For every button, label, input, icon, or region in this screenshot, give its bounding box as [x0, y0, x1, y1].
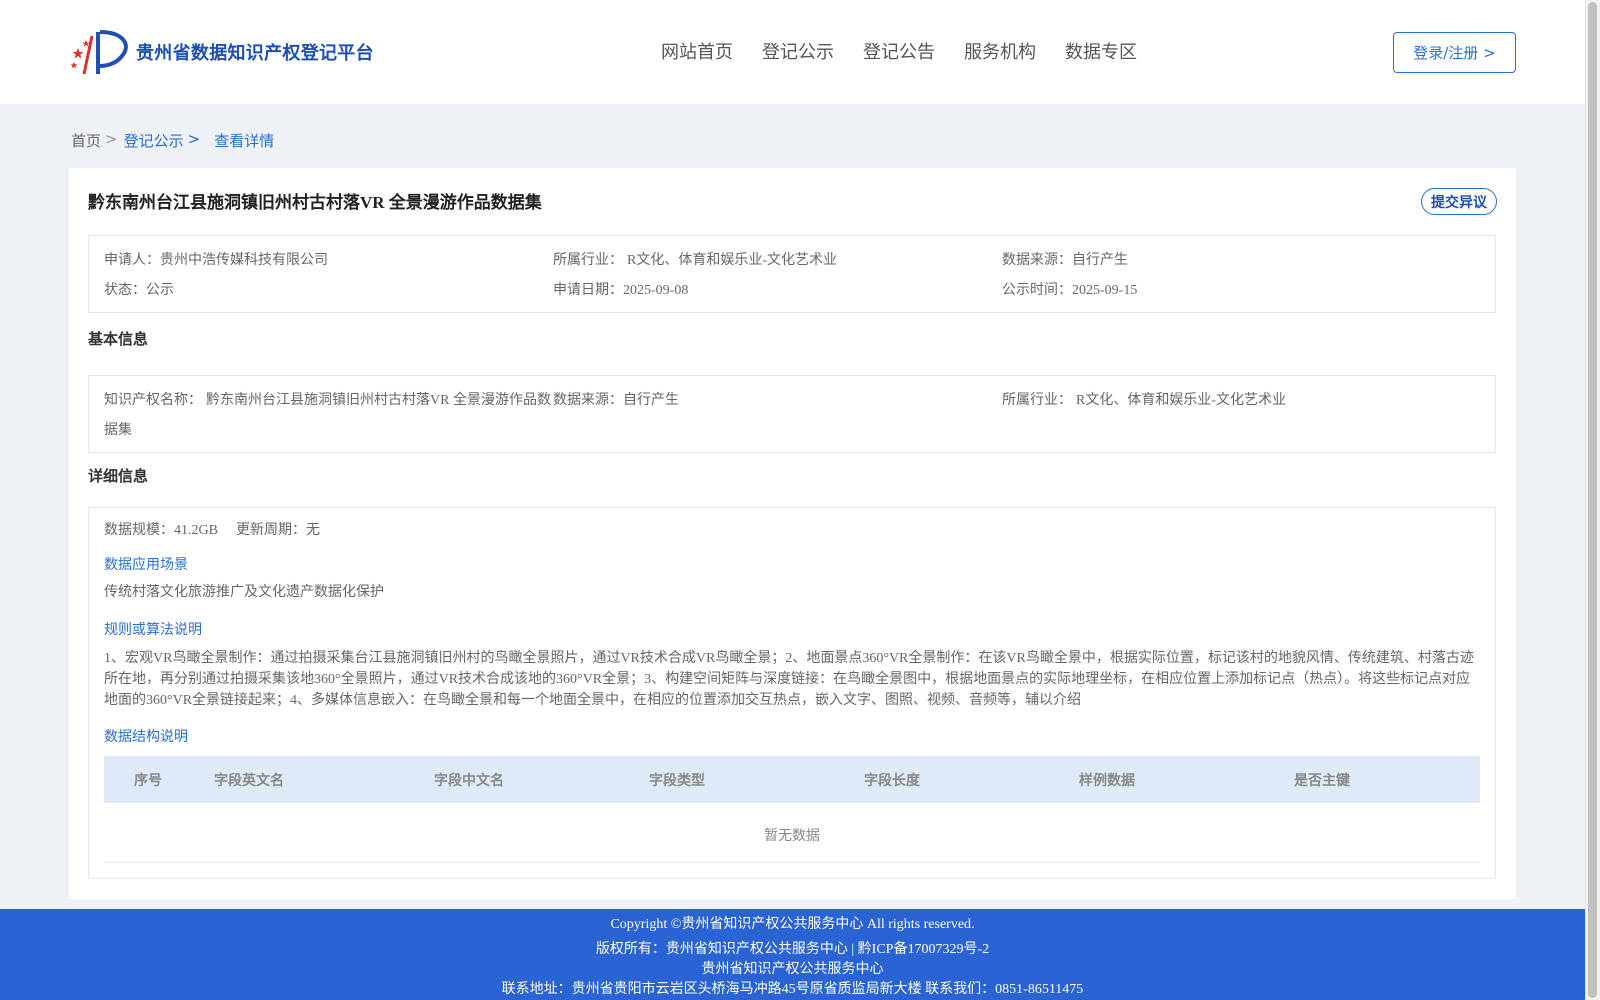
basic-source-label: 数据来源：	[553, 392, 623, 408]
rules-text-line-3: 地面的360°VR全景链接起来；4、多媒体信息嵌入：在鸟瞰全景和每一个地面全景中…	[104, 693, 1082, 708]
detail-card: 黔东南州台江县施洞镇旧州村古村落VR 全景漫游作品数据集 提交异议 申请人：贵州…	[69, 168, 1516, 899]
scenario-text: 传统村落文化旅游推广及文化遗产数据化保护	[104, 585, 384, 600]
page-title: 黔东南州台江县施洞镇旧州村古村落VR 全景漫游作品数据集	[88, 193, 542, 212]
rules-text-line-1: 1、宏观VR鸟瞰全景制作：通过拍摄采集台江县施洞镇旧州村的鸟瞰全景照片，通过VR…	[104, 651, 1474, 666]
industry-field: 所属行业： R文化、体育和娱乐业-文化艺术业	[553, 249, 837, 269]
rules-text-line-2: 所在地，再分别通过拍摄采集该地360°全景照片，通过VR技术合成该地的360°V…	[104, 672, 1471, 687]
applicant-field: 申请人：贵州中浩传媒科技有限公司	[104, 249, 328, 269]
source-field: 数据来源：自行产生	[1002, 249, 1128, 269]
applicant-label: 申请人：	[104, 252, 160, 268]
login-register-button[interactable]: 登录/注册 >	[1393, 32, 1516, 73]
status-label: 状态：	[104, 282, 146, 298]
col-header-index: 序号	[134, 772, 162, 789]
col-header-sample: 样例数据	[1079, 772, 1135, 789]
status-field: 状态：公示	[104, 279, 174, 299]
basic-info-box: 知识产权名称： 黔东南州台江县施洞镇旧州村古村落VR 全景漫游作品数 据集 数据来…	[88, 375, 1496, 453]
summary-box: 申请人：贵州中浩传媒科技有限公司 所属行业： R文化、体育和娱乐业-文化艺术业 数…	[88, 235, 1496, 313]
footer-org: 贵州省知识产权公共服务中心	[701, 962, 884, 977]
ip-name-wrap: 据集	[104, 419, 132, 439]
nav-data-zone[interactable]: 数据专区	[1065, 38, 1137, 64]
submit-objection-button[interactable]: 提交异议	[1421, 188, 1497, 215]
scale-field: 数据规模：41.2GB	[104, 519, 218, 539]
apply-date-field: 申请日期：2025-09-08	[553, 279, 688, 299]
cycle-value: 无	[306, 523, 320, 538]
basic-info-heading: 基本信息	[88, 330, 149, 348]
scale-value: 41.2GB	[174, 523, 218, 538]
scrollbar-thumb[interactable]	[1588, 2, 1597, 998]
publish-date-label: 公示时间：	[1002, 282, 1072, 298]
rules-heading: 规则或算法说明	[104, 622, 202, 638]
nav-home[interactable]: 网站首页	[661, 38, 733, 64]
table-empty-state: 暂无数据	[104, 808, 1480, 863]
col-header-field-en: 字段英文名	[214, 772, 284, 789]
structure-heading: 数据结构说明	[104, 729, 188, 745]
industry-value: R文化、体育和娱乐业-文化艺术业	[627, 253, 837, 268]
publish-date-field: 公示时间：2025-09-15	[1002, 279, 1137, 299]
status-value: 公示	[146, 283, 174, 298]
basic-industry-value: R文化、体育和娱乐业-文化艺术业	[1076, 393, 1286, 408]
logo-emblem-icon	[70, 30, 128, 75]
detail-info-box: 数据规模：41.2GB 更新周期：无 数据应用场景 传统村落文化旅游推广及文化遗…	[88, 507, 1496, 879]
footer-copyright: Copyright ©贵州省知识产权公共服务中心 All rights rese…	[610, 917, 975, 932]
applicant-value: 贵州中浩传媒科技有限公司	[160, 253, 328, 268]
apply-date-value: 2025-09-08	[623, 283, 689, 298]
breadcrumb-registration-public[interactable]: 登记公示	[124, 130, 184, 151]
ip-name-value-cont: 据集	[104, 422, 132, 438]
site-header: 贵州省数据知识产权登记平台 网站首页 登记公示 登记公告 服务机构 数据专区 登…	[0, 0, 1585, 104]
breadcrumb-home[interactable]: 首页	[71, 130, 101, 151]
basic-source-field: 数据来源：自行产生	[553, 389, 679, 409]
apply-date-label: 申请日期：	[553, 282, 623, 298]
source-label: 数据来源：	[1002, 252, 1072, 268]
publish-date-value: 2025-09-15	[1072, 283, 1138, 298]
scenario-heading: 数据应用场景	[104, 557, 188, 573]
nav-registration-public[interactable]: 登记公示	[762, 38, 834, 64]
detail-info-heading: 详细信息	[88, 467, 149, 485]
scale-label: 数据规模：	[104, 522, 174, 538]
breadcrumb: 首页 > 登记公示 > 查看详情	[71, 130, 274, 151]
breadcrumb-current: 查看详情	[214, 132, 275, 150]
site-footer: Copyright ©贵州省知识产权公共服务中心 All rights rese…	[0, 909, 1585, 1000]
source-value: 自行产生	[1072, 253, 1128, 268]
breadcrumb-separator: >	[187, 130, 201, 148]
ip-name-value: 黔东南州台江县施洞镇旧州村古村落VR 全景漫游作品数	[206, 393, 551, 408]
cycle-label: 更新周期：	[236, 522, 306, 538]
industry-label: 所属行业：	[553, 252, 623, 268]
page-scrollbar[interactable]	[1585, 0, 1600, 1000]
basic-industry-field: 所属行业： R文化、体育和娱乐业-文化艺术业	[1002, 389, 1286, 409]
col-header-field-length: 字段长度	[864, 772, 920, 789]
site-title: 贵州省数据知识产权登记平台	[136, 43, 374, 63]
ip-name-field: 知识产权名称： 黔东南州台江县施洞镇旧州村古村落VR 全景漫游作品数	[104, 389, 551, 409]
breadcrumb-separator: >	[105, 130, 118, 148]
site-logo[interactable]: 贵州省数据知识产权登记平台	[70, 26, 374, 78]
footer-owner[interactable]: 版权所有：贵州省知识产权公共服务中心 | 黔ICP备17007329号-2	[0, 938, 1585, 958]
nav-registration-announce[interactable]: 登记公告	[863, 38, 935, 64]
col-header-primary-key: 是否主键	[1294, 772, 1350, 789]
nav-service-agencies[interactable]: 服务机构	[964, 38, 1036, 64]
ip-name-label: 知识产权名称：	[104, 392, 202, 408]
cycle-field: 更新周期：无	[236, 519, 320, 539]
footer-contact: 联系地址：贵州省贵阳市云岩区头桥海马冲路45号原省质监局新大楼 联系我们：085…	[501, 982, 1084, 997]
main-nav: 网站首页 登记公示 登记公告 服务机构 数据专区	[661, 38, 1166, 64]
basic-source-value: 自行产生	[623, 393, 679, 408]
col-header-field-cn: 字段中文名	[434, 772, 504, 789]
structure-table-header: 序号 字段英文名 字段中文名 字段类型 字段长度 样例数据 是否主键	[104, 756, 1480, 803]
basic-industry-label: 所属行业：	[1002, 392, 1072, 408]
col-header-field-type: 字段类型	[649, 772, 705, 789]
